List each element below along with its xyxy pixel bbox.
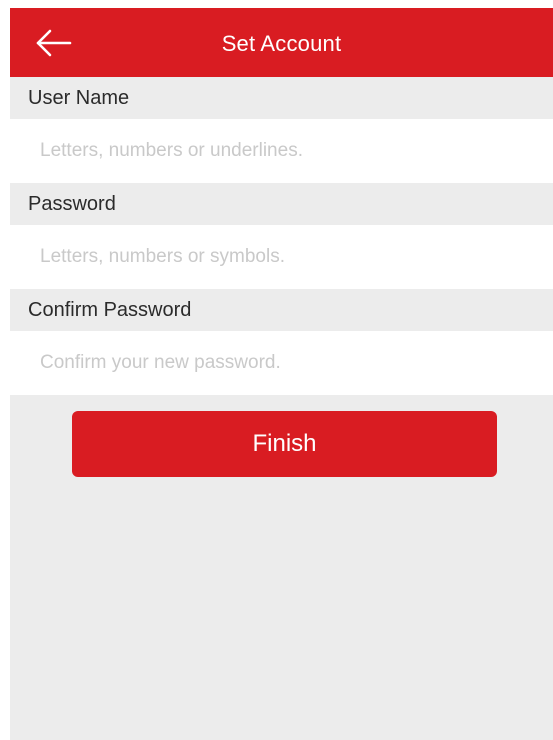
top-bar: Set Account xyxy=(10,8,553,77)
page-title: Set Account xyxy=(221,31,342,56)
finish-button[interactable]: Finish xyxy=(72,411,497,477)
confirm-password-field-row xyxy=(10,331,553,395)
confirm-password-input[interactable] xyxy=(10,331,553,395)
password-label: Password xyxy=(10,183,553,225)
set-account-screen: Set Account User Name Password Confirm P… xyxy=(10,8,553,740)
password-input[interactable] xyxy=(10,225,553,289)
password-field-row xyxy=(10,225,553,289)
username-label: User Name xyxy=(10,77,553,119)
confirm-password-label: Confirm Password xyxy=(10,289,553,331)
username-field-row xyxy=(10,119,553,183)
username-input[interactable] xyxy=(10,119,553,183)
